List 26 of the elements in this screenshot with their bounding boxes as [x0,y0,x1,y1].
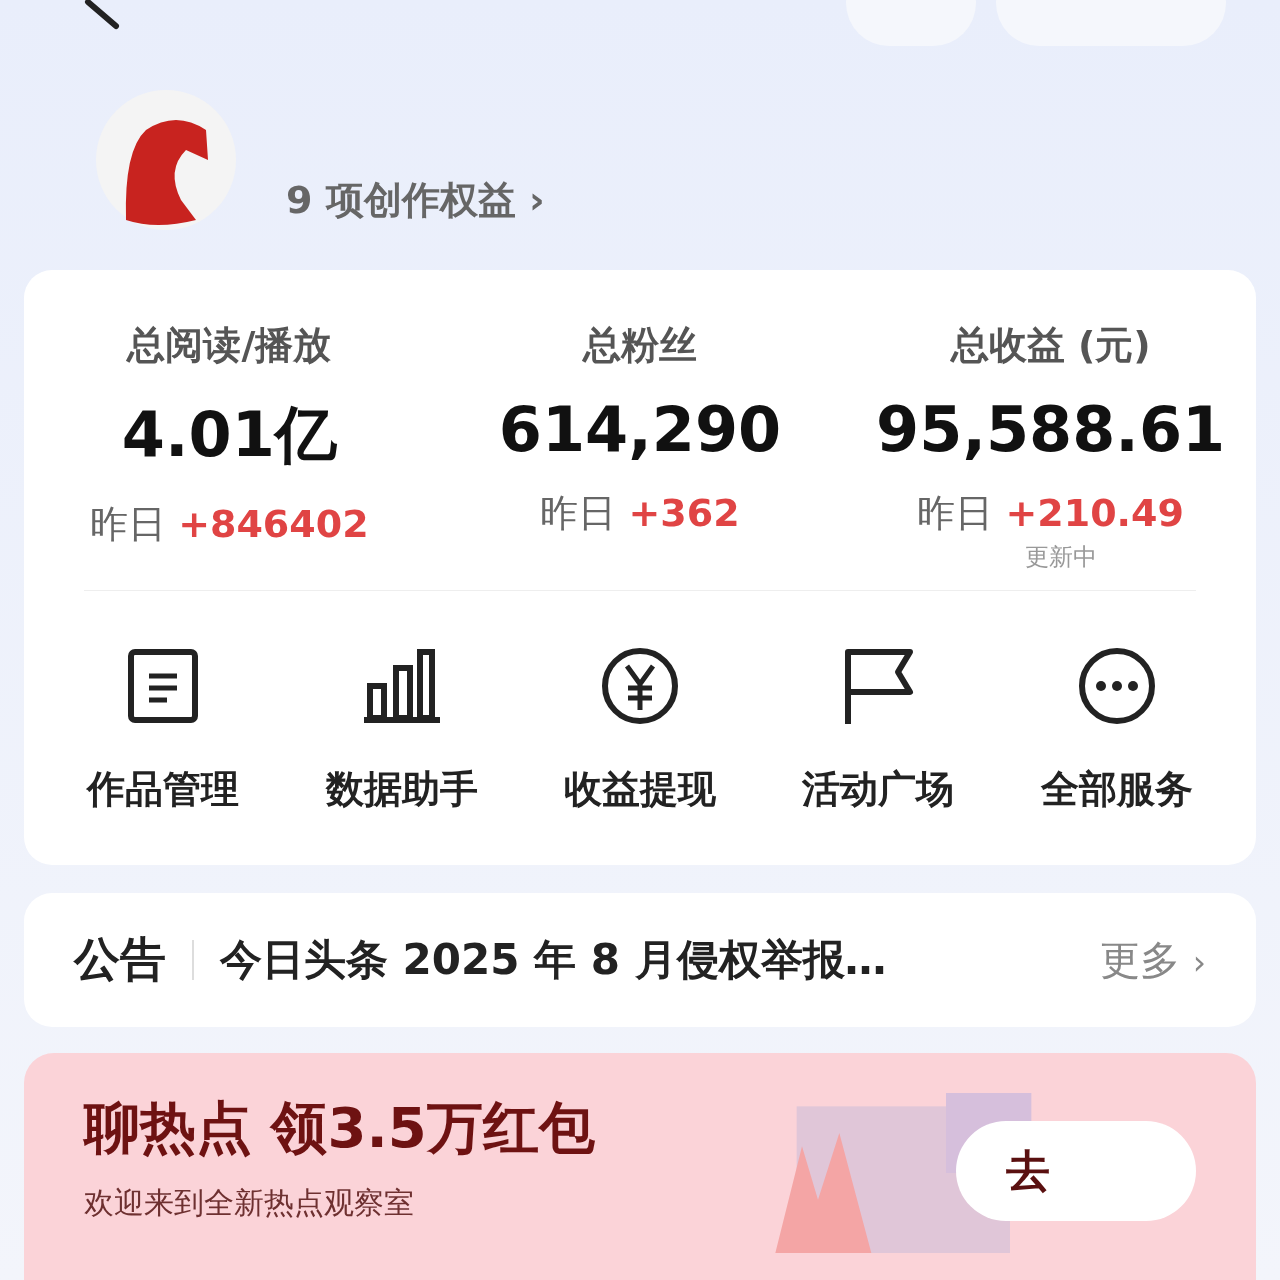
yen-icon [600,646,680,726]
stat-value: 95,588.61 [876,393,1226,466]
tool-item[interactable]: 作品管理 [44,646,283,815]
notice-text[interactable]: 今日头条 2025 年 8 月侵权举报… [220,932,1100,988]
update-status: 更新中 [1024,542,1097,573]
stat-value: 614,290 [498,393,782,466]
banner-title: 聊热点 领3.5万红包 [84,1094,596,1162]
bar-chart-icon [361,646,442,726]
stat-label: 总收益 (元) [950,322,1151,369]
yesterday-change: 昨日 +362 [540,490,740,537]
go-button[interactable]: 去 [956,1121,1196,1221]
tool-item[interactable]: 数据助手 [282,646,521,815]
more-icon [1076,646,1157,726]
stat-value: 4.01亿 [121,397,337,473]
banner-subtitle: 欢迎来到全新热点观察室 [84,1184,415,1222]
promo-banner[interactable]: 聊热点 领3.5万红包 欢迎来到全新热点观察室 去 [24,1053,1256,1280]
yesterday-change: 昨日 +846402 [90,501,369,548]
notice-tag: 公告 [74,929,166,991]
benefits-link[interactable]: 9 项创作权益 › [286,174,545,226]
stat-label: 总阅读/播放 [127,322,332,369]
stat-label: 总粉丝 [583,322,697,369]
more-link[interactable]: 更多 › [1099,932,1206,988]
yesterday-change: 昨日 +210.49 [917,490,1184,537]
tool-item[interactable]: 活动广场 [759,646,998,815]
tool-item[interactable]: 全部服务 [997,646,1236,815]
tool-item[interactable]: 收益提现 [520,646,760,815]
